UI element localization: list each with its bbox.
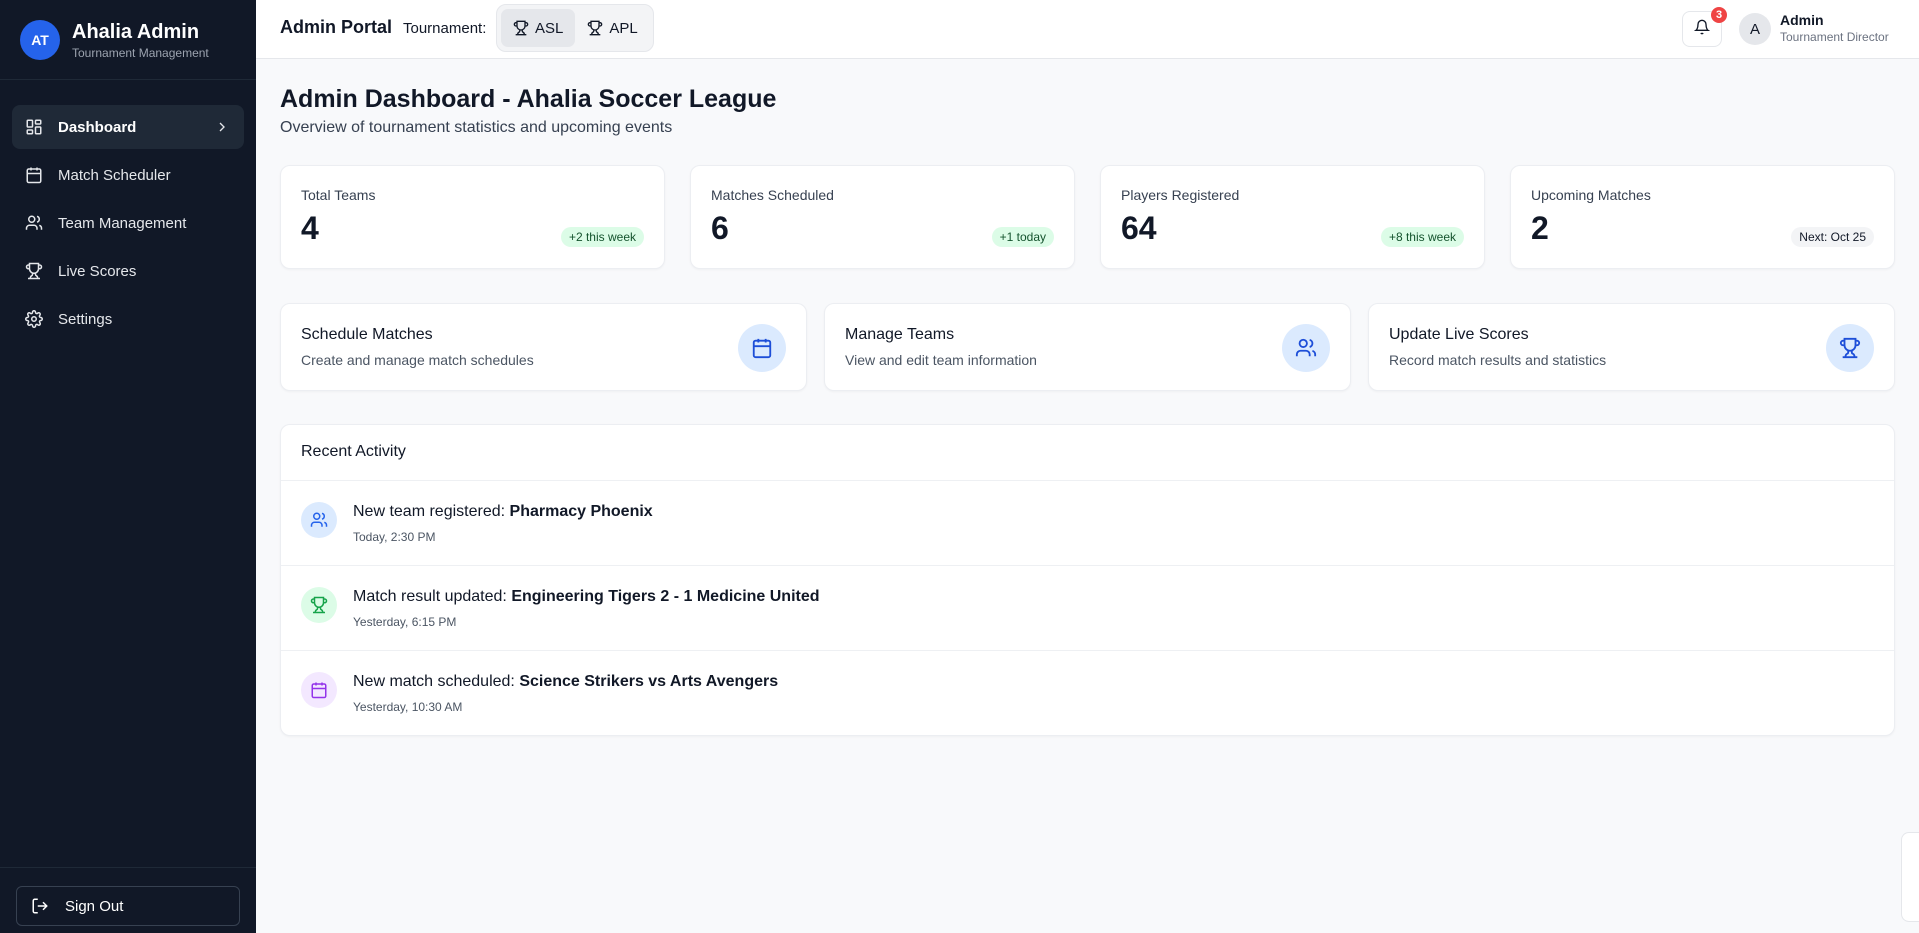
- tournament-button-apl[interactable]: APL: [575, 9, 649, 47]
- stat-value: 6: [711, 210, 729, 246]
- activity-subject: Engineering Tigers 2 - 1 Medicine United: [511, 588, 820, 605]
- brand-title: Ahalia Admin: [72, 20, 200, 43]
- stat-value: 4: [301, 210, 319, 246]
- action-card-update-live-scores[interactable]: Update Live Scores Record match results …: [1368, 303, 1895, 391]
- action-description: View and edit team information: [845, 352, 1037, 368]
- page-title: Admin Dashboard - Ahalia Soccer League: [280, 85, 777, 113]
- action-title: Manage Teams: [845, 326, 955, 343]
- activity-item: New team registered: Pharmacy Phoenix To…: [281, 481, 1894, 566]
- sidebar-item-label: Match Scheduler: [58, 166, 171, 184]
- sidebar-item-settings[interactable]: Settings: [12, 297, 244, 341]
- sidebar-item-team-management[interactable]: Team Management: [12, 201, 244, 245]
- tournament-switcher: ASL APL: [496, 4, 654, 52]
- recent-activity-title: Recent Activity: [281, 425, 1894, 481]
- gear-icon: [24, 309, 44, 329]
- sign-out-button[interactable]: Sign Out: [16, 886, 240, 926]
- stat-label: Matches Scheduled: [711, 187, 834, 203]
- calendar-icon: [301, 672, 337, 708]
- trophy-icon: [513, 20, 529, 36]
- user-avatar[interactable]: A: [1739, 13, 1771, 45]
- activity-time: Yesterday, 6:15 PM: [353, 615, 457, 629]
- trophy-icon: [1826, 324, 1874, 372]
- stat-badge: +2 this week: [560, 227, 644, 247]
- stat-label: Total Teams: [301, 187, 376, 203]
- action-title: Update Live Scores: [1389, 326, 1529, 343]
- action-description: Create and manage match schedules: [301, 352, 534, 368]
- page-subtitle: Overview of tournament statistics and up…: [280, 119, 673, 136]
- chevron-right-icon: [214, 119, 230, 135]
- stat-card-matches-scheduled: Matches Scheduled 6 +1 today: [690, 165, 1075, 269]
- sign-out-label: Sign Out: [65, 897, 124, 915]
- stat-badge: +8 this week: [1380, 227, 1464, 247]
- users-icon: [301, 502, 337, 538]
- bell-icon: [1693, 19, 1711, 40]
- tournament-label: Tournament:: [403, 20, 487, 37]
- user-role: Tournament Director: [1780, 30, 1889, 44]
- log-out-icon: [31, 897, 49, 915]
- activity-time: Yesterday, 10:30 AM: [353, 700, 463, 714]
- stat-badge: Next: Oct 25: [1791, 227, 1874, 247]
- action-title: Schedule Matches: [301, 326, 433, 343]
- sidebar-nav: Dashboard Match Scheduler Team Managemen…: [0, 80, 256, 341]
- stat-card-total-teams: Total Teams 4 +2 this week: [280, 165, 665, 269]
- sidebar-item-live-scores[interactable]: Live Scores: [12, 249, 244, 293]
- stat-value: 64: [1121, 210, 1157, 246]
- brand-text: Ahalia Admin Tournament Management: [72, 20, 209, 60]
- stat-card-players-registered: Players Registered 64 +8 this week: [1100, 165, 1485, 269]
- side-panel-handle[interactable]: [1901, 832, 1919, 922]
- sidebar-item-label: Live Scores: [58, 262, 137, 280]
- sidebar-item-dashboard[interactable]: Dashboard: [12, 105, 244, 149]
- sidebar: AT Ahalia Admin Tournament Management Da…: [0, 0, 256, 933]
- activity-subject: Science Strikers vs Arts Avengers: [519, 673, 779, 690]
- stat-label: Upcoming Matches: [1531, 187, 1651, 203]
- activity-text: Match result updated: Engineering Tigers…: [353, 588, 820, 606]
- stat-label: Players Registered: [1121, 187, 1240, 203]
- activity-prefix: New team registered:: [353, 503, 510, 520]
- sidebar-item-match-scheduler[interactable]: Match Scheduler: [12, 153, 244, 197]
- sidebar-item-label: Dashboard: [58, 118, 137, 136]
- action-card-schedule-matches[interactable]: Schedule Matches Create and manage match…: [280, 303, 807, 391]
- top-header: Admin Portal Tournament: ASL APL 3 A Adm…: [256, 0, 1919, 59]
- activity-text: New team registered: Pharmacy Phoenix: [353, 503, 653, 521]
- activity-time: Today, 2:30 PM: [353, 530, 436, 544]
- trophy-icon: [301, 587, 337, 623]
- notification-count-badge: 3: [1711, 7, 1727, 23]
- activity-item: New match scheduled: Science Strikers vs…: [281, 651, 1894, 736]
- calendar-icon: [738, 324, 786, 372]
- sidebar-item-label: Team Management: [58, 214, 187, 232]
- activity-subject: Pharmacy Phoenix: [509, 503, 653, 520]
- recent-activity-panel: Recent Activity New team registered: Pha…: [280, 424, 1895, 736]
- user-name: Admin: [1780, 12, 1824, 28]
- users-icon: [1282, 324, 1330, 372]
- brand-avatar: AT: [20, 19, 60, 60]
- sidebar-footer: Sign Out: [0, 867, 256, 933]
- action-description: Record match results and statistics: [1389, 352, 1607, 368]
- action-card-manage-teams[interactable]: Manage Teams View and edit team informat…: [824, 303, 1351, 391]
- tournament-button-label: APL: [609, 19, 638, 37]
- stat-value: 2: [1531, 210, 1549, 246]
- stat-badge: +1 today: [991, 227, 1054, 247]
- trophy-icon: [24, 261, 44, 281]
- activity-prefix: Match result updated:: [353, 588, 512, 605]
- brand: AT Ahalia Admin Tournament Management: [0, 0, 256, 80]
- stat-card-upcoming-matches: Upcoming Matches 2 Next: Oct 25: [1510, 165, 1895, 269]
- activity-prefix: New match scheduled:: [353, 673, 520, 690]
- calendar-icon: [24, 165, 44, 185]
- sidebar-item-label: Settings: [58, 310, 113, 328]
- users-icon: [24, 213, 44, 233]
- user-info[interactable]: Admin Tournament Director: [1780, 12, 1889, 44]
- portal-title: Admin Portal: [280, 17, 393, 37]
- activity-text: New match scheduled: Science Strikers vs…: [353, 673, 778, 691]
- dashboard-grid-icon: [24, 117, 44, 137]
- activity-item: Match result updated: Engineering Tigers…: [281, 566, 1894, 651]
- tournament-button-label: ASL: [535, 19, 564, 37]
- tournament-button-asl[interactable]: ASL: [501, 9, 576, 47]
- trophy-icon: [587, 20, 603, 36]
- brand-subtitle: Tournament Management: [72, 45, 209, 60]
